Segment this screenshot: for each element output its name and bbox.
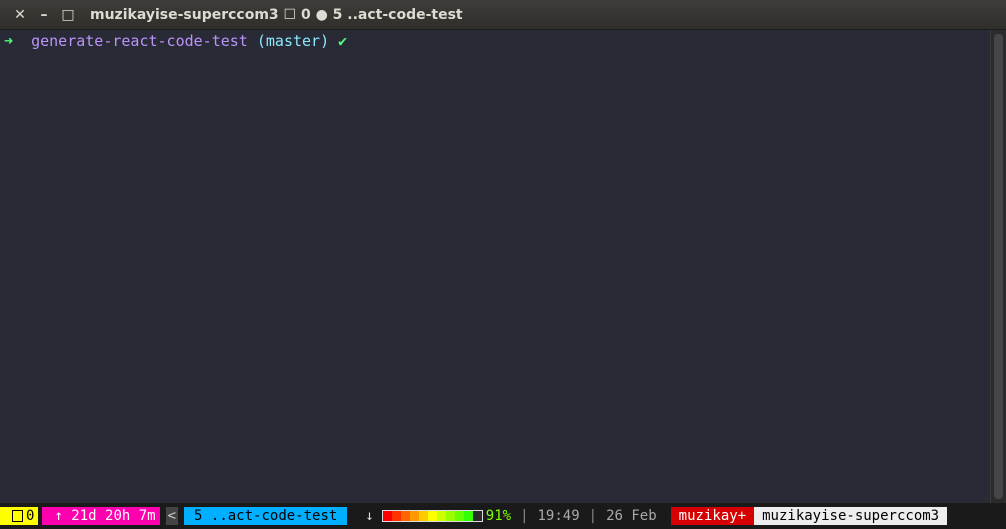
session-number: 0 xyxy=(26,508,35,524)
status-current-window[interactable]: 5 ..act-code-test xyxy=(184,507,348,525)
status-hostname: muzikayise-superccom3 xyxy=(754,507,948,525)
window-title: muzikayise-superccom3 ☐ 0 ● 5 ..act-code… xyxy=(90,6,463,23)
battery-cell xyxy=(382,511,392,521)
status-session[interactable]: 0 xyxy=(0,507,39,525)
window-titlebar: ✕ – □ muzikayise-superccom3 ☐ 0 ● 5 ..ac… xyxy=(0,0,1006,30)
check-icon: ✔ xyxy=(338,32,348,50)
battery-cell xyxy=(400,511,410,521)
status-user: muzikay+ xyxy=(670,507,755,525)
scrollbar[interactable] xyxy=(990,30,1006,503)
battery-cell xyxy=(427,511,437,521)
status-time: 19:49 xyxy=(537,508,580,524)
maximize-icon[interactable]: □ xyxy=(56,7,80,23)
minimize-icon[interactable]: – xyxy=(32,7,56,23)
battery-cell xyxy=(409,511,419,521)
battery-cell xyxy=(454,511,464,521)
battery-cell xyxy=(472,511,482,521)
status-separator: | xyxy=(520,508,529,524)
battery-cell xyxy=(463,511,473,521)
battery-percent: 91% xyxy=(485,508,512,524)
status-prev-window-indicator: < xyxy=(165,507,179,525)
status-uptime: ↑ 21d 20h 7m xyxy=(42,507,160,525)
terminal-area[interactable]: ➜ generate-react-code-test (master) ✔ xyxy=(0,30,990,503)
close-icon[interactable]: ✕ xyxy=(8,7,32,23)
battery-gauge xyxy=(381,510,483,522)
battery-cell xyxy=(445,511,455,521)
status-separator: | xyxy=(588,508,598,524)
battery-cell xyxy=(391,511,401,521)
prompt-git-branch: (master) xyxy=(256,32,330,50)
status-date: 26 Feb xyxy=(606,508,657,524)
prompt-arrow-icon: ➜ xyxy=(4,32,14,50)
prompt-directory: generate-react-code-test xyxy=(31,32,248,50)
tmux-status-bar: 0 ↑ 21d 20h 7m < 5 ..act-code-test ↓ 91%… xyxy=(0,503,1006,529)
session-box-icon xyxy=(12,510,23,522)
battery-cell xyxy=(436,511,446,521)
download-arrow-icon: ↓ xyxy=(365,508,374,524)
scrollbar-thumb[interactable] xyxy=(994,34,1003,499)
battery-cell xyxy=(418,511,428,521)
prompt-line: ➜ generate-react-code-test (master) ✔ xyxy=(4,32,986,50)
